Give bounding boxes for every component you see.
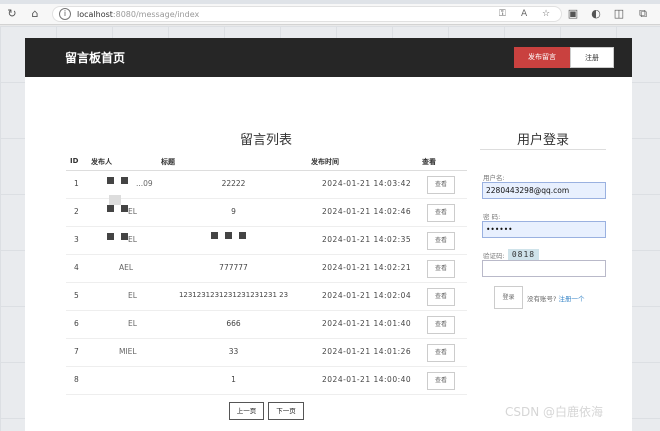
header-user: 发布人 xyxy=(91,158,112,166)
table-row: 7 MIEL 33 2024-01-21 14:01:26 查看 xyxy=(66,339,467,367)
register-button[interactable]: 注册 xyxy=(570,47,614,68)
cell-id: 3 xyxy=(74,235,79,244)
captcha-image[interactable]: 0818 xyxy=(508,249,539,260)
redaction-mark xyxy=(121,205,128,212)
cell-time: 2024-01-21 14:02:04 xyxy=(322,291,412,300)
redaction-mark xyxy=(121,177,128,184)
redaction-mark xyxy=(225,232,232,239)
read-aloud-icon[interactable]: A xyxy=(521,8,527,21)
cell-user: EL xyxy=(128,207,137,216)
browser-toolbar: ↻ ⌂ i localhost:8080/message/index ⚿ A ☆… xyxy=(0,4,660,25)
cell-time: 2024-01-21 14:02:21 xyxy=(322,263,412,272)
captcha-label: 验证码: xyxy=(483,252,505,260)
cell-title[interactable]: 1231231231231231231231 23 xyxy=(161,291,306,299)
cell-id: 6 xyxy=(74,319,79,328)
login-title: 用户登录 xyxy=(517,133,570,148)
cell-time: 2024-01-21 14:03:42 xyxy=(322,179,412,188)
split-screen-icon[interactable]: ◫ xyxy=(612,7,626,21)
no-account-text: 没有账号? 注册一个 xyxy=(527,295,585,303)
view-button[interactable]: 查看 xyxy=(427,372,455,390)
redaction-mark xyxy=(239,232,246,239)
view-button[interactable]: 查看 xyxy=(427,204,455,222)
table-header: ID 发布人 标题 发布时间 查看 xyxy=(66,150,467,171)
view-button[interactable]: 查看 xyxy=(427,316,455,334)
favorite-icon[interactable]: ☆ xyxy=(542,8,550,21)
password-label: 密 码: xyxy=(483,213,501,221)
cell-title[interactable]: 666 xyxy=(161,319,306,328)
reload-icon[interactable]: ↻ xyxy=(5,7,19,21)
view-button[interactable]: 查看 xyxy=(427,176,455,194)
cell-title[interactable]: 777777 xyxy=(161,263,306,272)
captcha-field[interactable] xyxy=(482,260,606,277)
cell-user: EL xyxy=(128,291,137,300)
post-message-button[interactable]: 发布留言 xyxy=(514,47,570,68)
site-brand[interactable]: 留言板首页 xyxy=(65,49,125,66)
redaction-mark xyxy=(109,195,121,205)
cell-time: 2024-01-21 14:01:26 xyxy=(322,347,412,356)
browser-essentials-icon[interactable]: ◐ xyxy=(589,7,603,21)
view-button[interactable]: 查看 xyxy=(427,288,455,306)
table-row: 3 EL 2024-01-21 14:02:35 查看 xyxy=(66,227,467,255)
collections-icon[interactable]: ⧉ xyxy=(636,7,650,21)
site-navbar: 留言板首页 发布留言 注册 xyxy=(25,38,632,77)
table-row: 8 1 2024-01-21 14:00:40 查看 xyxy=(66,367,467,395)
cell-id: 1 xyxy=(74,179,79,188)
message-list-title: 留言列表 xyxy=(240,133,293,148)
cell-title[interactable]: 33 xyxy=(161,347,306,356)
cell-user: EL xyxy=(128,319,137,328)
address-bar[interactable]: i localhost:8080/message/index ⚿ A ☆ xyxy=(52,6,562,22)
cell-id: 7 xyxy=(74,347,79,356)
view-button[interactable]: 查看 xyxy=(427,232,455,250)
watermark: CSDN @白鹿依海 xyxy=(505,405,604,419)
redaction-mark xyxy=(107,177,114,184)
password-field[interactable]: •••••• xyxy=(482,221,606,238)
table-row: 6 EL 666 2024-01-21 14:01:40 查看 xyxy=(66,311,467,339)
register-link[interactable]: 注册一个 xyxy=(559,295,585,303)
redaction-mark xyxy=(107,205,114,212)
prev-page-button[interactable]: 上一页 xyxy=(229,402,264,420)
redaction-mark xyxy=(211,232,218,239)
extensions-icon[interactable]: ▣ xyxy=(566,7,580,21)
table-row: 2 EL 9 2024-01-21 14:02:46 查看 xyxy=(66,199,467,227)
cell-time: 2024-01-21 14:02:35 xyxy=(322,235,412,244)
cell-user: MIEL xyxy=(119,347,137,356)
login-divider xyxy=(480,149,606,150)
login-button[interactable]: 登录 xyxy=(494,286,523,309)
cell-time: 2024-01-21 14:02:46 xyxy=(322,207,412,216)
cell-title[interactable]: 1 xyxy=(161,375,306,384)
next-page-button[interactable]: 下一页 xyxy=(268,402,304,420)
table-row: 5 EL 1231231231231231231231 23 2024-01-2… xyxy=(66,283,467,311)
cell-id: 5 xyxy=(74,291,79,300)
username-label: 用户名: xyxy=(483,174,505,182)
cell-id: 8 xyxy=(74,375,79,384)
key-icon[interactable]: ⚿ xyxy=(499,8,506,21)
view-button[interactable]: 查看 xyxy=(427,344,455,362)
table-row: 4 AEL 777777 2024-01-21 14:02:21 查看 xyxy=(66,255,467,283)
redaction-mark xyxy=(107,233,114,240)
cell-user: EL xyxy=(128,235,137,244)
cell-id: 2 xyxy=(74,207,79,216)
url-text: localhost:8080/message/index xyxy=(77,10,200,19)
site-info-icon[interactable]: i xyxy=(59,8,71,20)
header-title: 标题 xyxy=(161,158,175,166)
cell-time: 2024-01-21 14:00:40 xyxy=(322,375,412,384)
header-view: 查看 xyxy=(422,158,436,166)
cell-title[interactable]: 9 xyxy=(161,207,306,216)
home-icon[interactable]: ⌂ xyxy=(28,7,42,21)
redaction-mark xyxy=(121,233,128,240)
cell-user: AEL xyxy=(119,263,134,272)
view-button[interactable]: 查看 xyxy=(427,260,455,278)
cell-title[interactable]: 22222 xyxy=(161,179,306,188)
cell-time: 2024-01-21 14:01:40 xyxy=(322,319,412,328)
header-id: ID xyxy=(70,157,79,165)
username-field[interactable]: 2280443298@qq.com xyxy=(482,182,606,199)
table-row: 1 ...09 22222 2024-01-21 14:03:42 查看 xyxy=(66,171,467,199)
cell-id: 4 xyxy=(74,263,79,272)
header-time: 发布时间 xyxy=(311,158,339,166)
